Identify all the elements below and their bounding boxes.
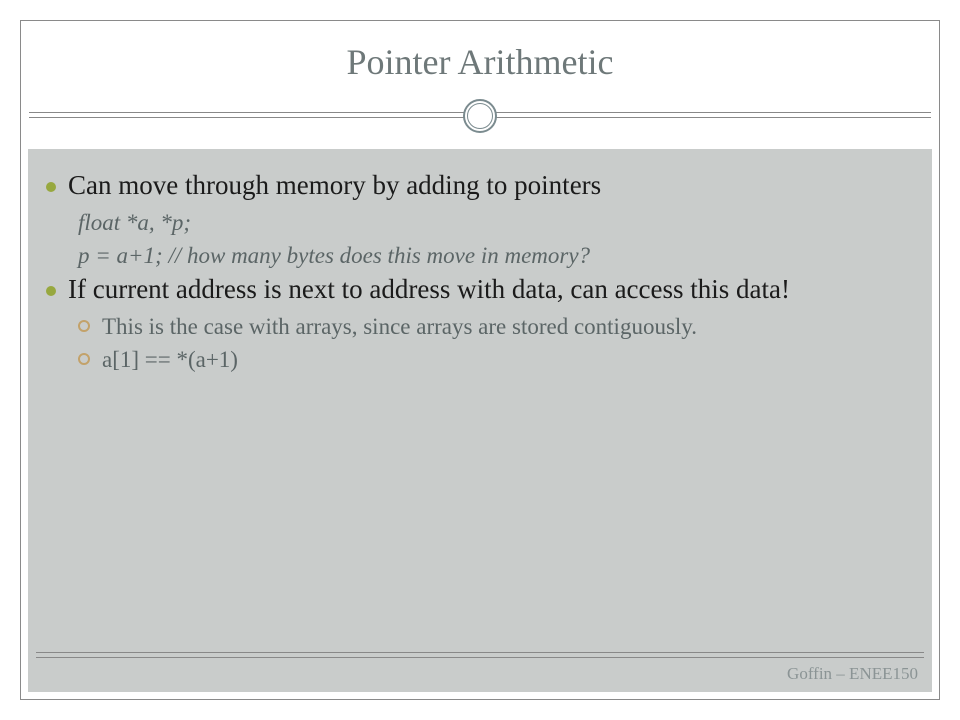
sub-text: This is the case with arrays, since arra…: [102, 311, 697, 342]
bullet-item: If current address is next to address wi…: [46, 273, 914, 307]
bullet-text: If current address is next to address wi…: [68, 273, 790, 307]
sub-item: This is the case with arrays, since arra…: [78, 311, 914, 342]
bullet-text: Can move through memory by adding to poi…: [68, 169, 601, 203]
slide-title: Pointer Arithmetic: [21, 21, 939, 99]
slide-frame: Pointer Arithmetic Can move through memo…: [20, 20, 940, 700]
bullet-item: Can move through memory by adding to poi…: [46, 169, 914, 203]
divider-circle-icon: [463, 99, 497, 133]
bullet-dot-icon: [46, 286, 56, 296]
sub-item: a[1] == *(a+1): [78, 344, 914, 375]
hollow-circle-icon: [78, 353, 90, 365]
content-area: Can move through memory by adding to poi…: [28, 149, 932, 692]
title-divider: [21, 99, 939, 133]
bullet-dot-icon: [46, 182, 56, 192]
footer-text: Goffin – ENEE150: [787, 664, 918, 684]
hollow-circle-icon: [78, 320, 90, 332]
code-line: p = a+1; // how many bytes does this mov…: [78, 240, 914, 271]
sub-text: a[1] == *(a+1): [102, 344, 238, 375]
code-line: float *a, *p;: [78, 207, 914, 238]
footer-divider-icon: [36, 652, 924, 658]
